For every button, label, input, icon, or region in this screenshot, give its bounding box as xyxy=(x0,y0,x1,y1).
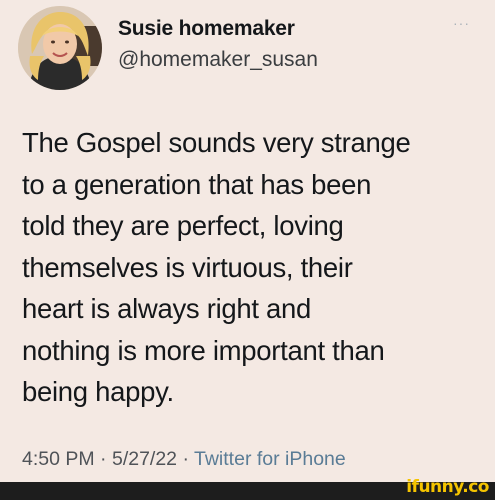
more-options-icon[interactable]: ··· xyxy=(453,15,470,31)
tweet-source[interactable]: Twitter for iPhone xyxy=(194,448,346,470)
tweet-time: 4:50 PM xyxy=(22,448,95,470)
profile-photo-icon xyxy=(18,6,102,90)
tweet-meta: 4:50 PM · 5/27/22 · Twitter for iPhone xyxy=(22,448,346,471)
display-name[interactable]: Susie homemaker xyxy=(118,17,295,41)
tweet-date[interactable]: 5/27/22 xyxy=(112,448,177,470)
meta-separator: · xyxy=(94,448,112,470)
meta-separator: · xyxy=(177,448,195,470)
tweet-text: The Gospel sounds very strange to a gene… xyxy=(22,127,411,407)
watermark-logo: ifunny.co xyxy=(406,477,489,497)
avatar[interactable] xyxy=(18,6,102,90)
tweet-card: Susie homemaker @homemaker_susan ··· The… xyxy=(0,0,495,482)
user-handle[interactable]: @homemaker_susan xyxy=(118,48,318,72)
